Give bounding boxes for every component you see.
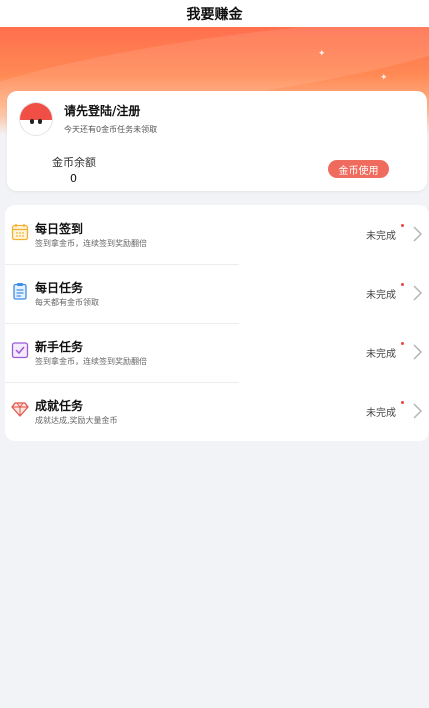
task-subtitle: 签到拿金币，连续签到奖励翻倍 (35, 239, 147, 248)
status-dot (401, 401, 404, 404)
clipboard-icon (13, 283, 27, 300)
use-coins-button[interactable]: 金币使用 (328, 160, 389, 178)
unclaimed-tasks-note: 今天还有0金币任务未领取 (64, 125, 158, 134)
task-title: 每日签到 (35, 222, 84, 236)
checkbox-icon (11, 342, 29, 359)
coin-balance-label: 金币余额 (52, 156, 96, 169)
chevron-right-icon (413, 285, 423, 301)
sparkle-icon: ✦ (380, 73, 388, 83)
task-status: 未完成 (366, 408, 396, 419)
calendar-icon (11, 224, 29, 241)
status-dot (401, 283, 404, 286)
task-item-beginner-tasks[interactable]: 新手任务 签到拿金币，连续签到奖励翻倍 未完成 (5, 323, 429, 382)
login-register-link[interactable]: 请先登陆/注册 (64, 102, 140, 119)
task-item-achievements[interactable]: 成就任务 成就达成,奖励大量金币 未完成 (5, 382, 429, 441)
diamond-icon (11, 402, 29, 417)
status-dot (401, 342, 404, 345)
task-list: 每日签到 签到拿金币，连续签到奖励翻倍 未完成 每日任务 每天都有金币领取 未完… (5, 205, 429, 441)
chevron-right-icon (413, 226, 423, 242)
sparkle-icon: ✦ (318, 49, 326, 59)
task-item-daily-checkin[interactable]: 每日签到 签到拿金币，连续签到奖励翻倍 未完成 (5, 205, 429, 264)
task-title: 每日任务 (35, 281, 84, 295)
task-subtitle: 成就达成,奖励大量金币 (35, 416, 118, 425)
page-title: 我要赚金 (186, 6, 243, 23)
task-status: 未完成 (366, 231, 396, 242)
task-status: 未完成 (366, 349, 396, 360)
task-subtitle: 签到拿金币，连续签到奖励翻倍 (35, 357, 147, 366)
account-card: 请先登陆/注册 今天还有0金币任务未领取 金币余额 0 金币使用 (7, 91, 427, 191)
avatar[interactable] (19, 102, 53, 136)
coin-balance-value: 0 (70, 172, 77, 185)
status-dot (401, 224, 404, 227)
chevron-right-icon (413, 344, 423, 360)
task-subtitle: 每天都有金币领取 (35, 298, 99, 307)
chevron-right-icon (413, 403, 423, 419)
task-status: 未完成 (366, 290, 396, 301)
app-header: 我要赚金 (0, 0, 429, 27)
task-title: 新手任务 (35, 340, 84, 354)
task-title: 成就任务 (35, 399, 84, 413)
task-item-daily-tasks[interactable]: 每日任务 每天都有金币领取 未完成 (5, 264, 429, 323)
